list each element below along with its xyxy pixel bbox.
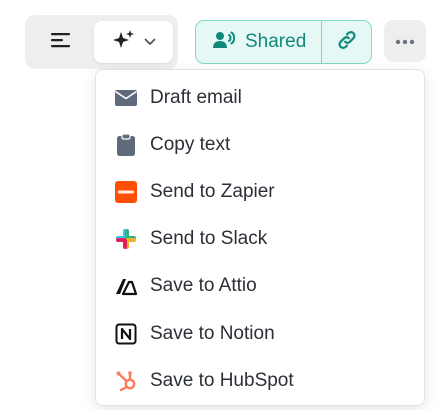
menu-item-send-to-zapier[interactable]: Send to Zapier xyxy=(96,168,424,215)
mail-icon xyxy=(114,86,138,110)
list-view-button[interactable] xyxy=(41,21,81,63)
sparkles-icon xyxy=(112,29,136,56)
more-options-button[interactable] xyxy=(384,20,426,62)
users-icon xyxy=(213,31,236,54)
more-horizontal-icon xyxy=(395,32,415,50)
ai-actions-button[interactable] xyxy=(94,21,173,63)
menu-item-label: Send to Slack xyxy=(150,228,268,250)
menu-item-label: Save to HubSpot xyxy=(150,369,294,391)
align-left-icon xyxy=(51,32,71,53)
hubspot-icon xyxy=(114,369,138,393)
menu-item-label: Save to Notion xyxy=(150,322,275,344)
slack-icon xyxy=(114,227,138,251)
menu-item-copy-text[interactable]: Copy text xyxy=(96,121,424,168)
shared-group: Shared xyxy=(195,20,372,64)
zapier-icon xyxy=(114,180,138,204)
clipboard-icon xyxy=(114,133,138,157)
menu-item-save-to-notion[interactable]: Save to Notion xyxy=(96,310,424,357)
menu-item-label: Save to Attio xyxy=(150,275,257,297)
menu-item-draft-email[interactable]: Draft email xyxy=(96,74,424,121)
ai-actions-menu: Draft email Copy text Send to Zapier Sen… xyxy=(95,69,425,406)
menu-item-send-to-slack[interactable]: Send to Slack xyxy=(96,216,424,263)
menu-item-save-to-hubspot[interactable]: Save to HubSpot xyxy=(96,357,424,404)
notion-icon xyxy=(114,322,138,346)
copy-link-button[interactable] xyxy=(322,21,371,63)
menu-item-label: Copy text xyxy=(150,133,231,155)
attio-icon xyxy=(114,274,138,298)
menu-item-label: Draft email xyxy=(150,86,242,108)
ui-root: Shared Draft email Copy text Send to Zap… xyxy=(0,0,441,410)
link-icon xyxy=(336,29,358,56)
menu-item-label: Send to Zapier xyxy=(150,180,275,202)
view-toggle-group xyxy=(25,15,178,69)
shared-button[interactable]: Shared xyxy=(196,21,321,63)
shared-label: Shared xyxy=(245,31,307,52)
menu-item-save-to-attio[interactable]: Save to Attio xyxy=(96,263,424,310)
chevron-down-icon xyxy=(144,33,156,51)
